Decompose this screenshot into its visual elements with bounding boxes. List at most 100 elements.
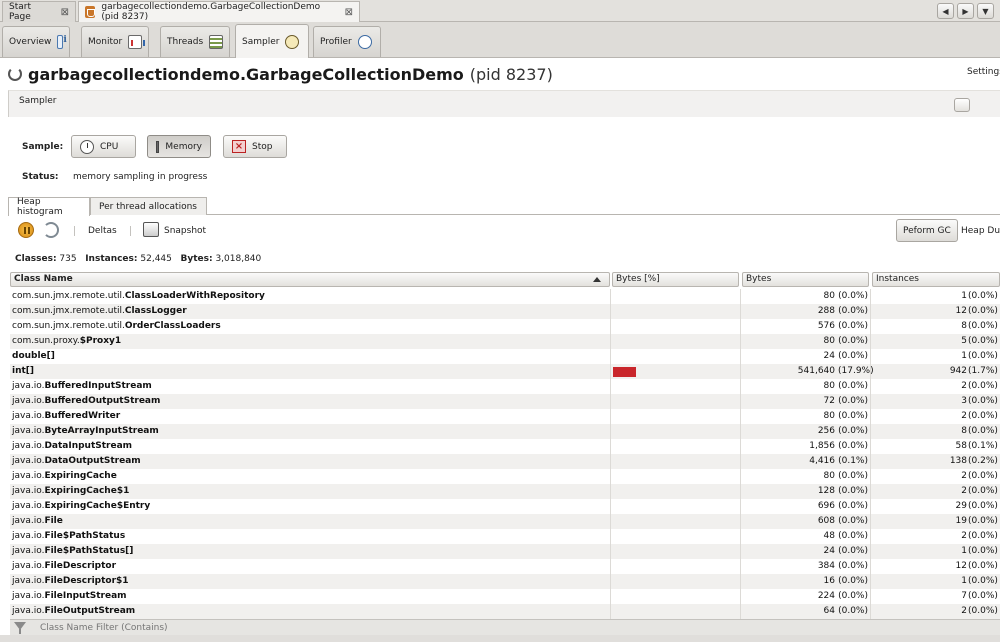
bytes-percent-value: (0.0%) [838, 426, 868, 436]
settings-checkbox[interactable] [954, 98, 970, 112]
column-divider [870, 589, 871, 604]
column-divider [870, 304, 871, 319]
class-name-cell: java.io.ByteArrayInputStream [12, 424, 159, 439]
table-row[interactable]: java.io.File$PathStatus[] 24 (0.0%) 1 (0.0%) [10, 544, 1000, 559]
package-name: com.sun.jmx.remote.util. [12, 291, 125, 301]
tab-overview[interactable]: Overview [2, 26, 70, 57]
instances-percent-value: (0.0%) [968, 411, 998, 421]
bytes-percent-value: (0.0%) [838, 411, 868, 421]
column-divider [870, 424, 871, 439]
bytes-value: 64 [823, 606, 835, 616]
bytes-value: 1,856 [809, 441, 835, 451]
tab-sampler[interactable]: Sampler [235, 24, 309, 58]
column-divider [610, 439, 611, 454]
package-name: java.io. [12, 396, 45, 406]
column-header-bytes-percent[interactable]: Bytes [%] [612, 272, 739, 287]
tab-profiler[interactable]: Profiler [313, 26, 381, 57]
column-divider [870, 529, 871, 544]
instances-value: 2 [961, 471, 967, 481]
table-row[interactable]: java.io.FileOutputStream 64 (0.0%) 2 (0.0%) [10, 604, 1000, 619]
instances-percent-value: (0.0%) [968, 396, 998, 406]
cpu-sample-button[interactable]: CPU [71, 135, 136, 158]
snapshot-button[interactable]: Snapshot [164, 226, 206, 236]
tab-start-page[interactable]: Start Page ⊠ [2, 1, 76, 22]
class-name-cell: java.io.BufferedWriter [12, 409, 120, 424]
bytes-value: 16 [823, 576, 835, 586]
instances-value: 1 [961, 351, 967, 361]
column-divider [870, 379, 871, 394]
instances-value: 2 [961, 381, 967, 391]
table-row[interactable]: java.io.ByteArrayInputStream 256 (0.0%) 8 (0… [10, 424, 1000, 439]
class-name: BufferedInputStream [44, 381, 152, 391]
table-row[interactable]: java.io.ExpiringCache 80 (0.0%) 2 (0.0%) [10, 469, 1000, 484]
table-row[interactable]: java.io.DataOutputStream 4,416 (0.1%) 138 (0… [10, 454, 1000, 469]
column-divider [870, 499, 871, 514]
close-tab-icon[interactable]: ⊠ [345, 7, 353, 18]
table-row[interactable]: double[] 24 (0.0%) 1 (0.0%) [10, 349, 1000, 364]
tab-list-button[interactable]: ▼ [977, 3, 994, 19]
instances-percent-value: (1.7%) [968, 366, 998, 376]
table-row[interactable]: java.io.FileInputStream 224 (0.0%) 7 (0.0%) [10, 589, 1000, 604]
instances-percent-value: (0.0%) [968, 306, 998, 316]
column-divider [740, 439, 741, 454]
close-tab-icon[interactable]: ⊠ [61, 7, 69, 18]
filter-bar [10, 619, 1000, 635]
table-row[interactable]: java.io.File 608 (0.0%) 19 (0.0%) [10, 514, 1000, 529]
table-row[interactable]: int[] 541,640 (17.9%) 942 (1.7%) [10, 364, 1000, 379]
package-name: java.io. [12, 576, 45, 586]
table-row[interactable]: java.io.FileDescriptor$1 16 (0.0%) 1 (0.0%) [10, 574, 1000, 589]
instances-value: 1 [961, 546, 967, 556]
snapshot-icon[interactable] [143, 222, 159, 237]
result-tab-strip: Heap histogram Per thread allocations [8, 197, 1000, 217]
bytes-value: 576 [817, 321, 835, 331]
page-title: garbagecollectiondemo.GarbageCollectionD… [8, 64, 553, 84]
table-row[interactable]: com.sun.proxy.$Proxy1 80 (0.0%) 5 (0.0%) [10, 334, 1000, 349]
column-divider [740, 514, 741, 529]
scroll-left-button[interactable]: ◀ [937, 3, 954, 19]
column-divider [740, 589, 741, 604]
scroll-right-button[interactable]: ▶ [957, 3, 974, 19]
table-row[interactable]: com.sun.jmx.remote.util.ClassLogger 288 (0… [10, 304, 1000, 319]
table-row[interactable]: java.io.File$PathStatus 48 (0.0%) 2 (0.0%) [10, 529, 1000, 544]
table-row[interactable]: java.io.BufferedOutputStream 72 (0.0%) 3 (0.… [10, 394, 1000, 409]
table-row[interactable]: java.io.BufferedInputStream 80 (0.0%) 2 (0.0… [10, 379, 1000, 394]
class-name: ClassLogger [124, 306, 187, 316]
table-row[interactable]: com.sun.jmx.remote.util.OrderClassLoader… [10, 319, 1000, 334]
tab-garbage-collection-demo[interactable]: garbagecollectiondemo.GarbageCollectionD… [78, 1, 360, 22]
table-row[interactable]: java.io.ExpiringCache$1 128 (0.0%) 2 (0.0%) [10, 484, 1000, 499]
column-header-class-name[interactable]: Class Name [10, 272, 610, 287]
column-divider [740, 529, 741, 544]
column-header-bytes[interactable]: Bytes [742, 272, 869, 287]
table-row[interactable]: java.io.ExpiringCache$Entry 696 (0.0%) 29 (0… [10, 499, 1000, 514]
table-row[interactable]: java.io.BufferedWriter 80 (0.0%) 2 (0.0%) [10, 409, 1000, 424]
class-name: ByteArrayInputStream [44, 426, 159, 436]
column-divider [610, 364, 611, 379]
column-divider [870, 544, 871, 559]
bytes-value: 256 [817, 426, 835, 436]
class-name-cell: java.io.ExpiringCache$Entry [12, 499, 150, 514]
stop-button[interactable]: × Stop [223, 135, 287, 158]
tab-heap-histogram[interactable]: Heap histogram [8, 197, 90, 217]
pause-icon[interactable] [18, 222, 34, 238]
class-name-filter-input[interactable] [32, 620, 1000, 635]
column-divider [610, 484, 611, 499]
instances-value: 19 [955, 516, 967, 526]
memory-sample-button[interactable]: Memory [147, 135, 211, 158]
tab-threads[interactable]: Threads [160, 26, 230, 57]
tab-per-thread-allocations[interactable]: Per thread allocations [90, 197, 207, 215]
table-row[interactable]: java.io.DataInputStream 1,856 (0.0%) 58 (0.1… [10, 439, 1000, 454]
instances-percent-value: (0.0%) [968, 426, 998, 436]
document-tab-strip: Start Page ⊠ garbagecollectiondemo.Garba… [0, 0, 1000, 22]
stop-icon: × [232, 140, 246, 153]
tab-monitor[interactable]: Monitor [81, 26, 149, 57]
refresh-icon[interactable] [43, 222, 59, 238]
table-row[interactable]: com.sun.jmx.remote.util.ClassLoaderWithR… [10, 289, 1000, 304]
column-header-instances[interactable]: Instances [872, 272, 1000, 287]
instances-value: 138 [949, 456, 967, 466]
deltas-toggle[interactable]: Deltas [88, 226, 117, 236]
heap-dump-button[interactable]: Heap Dump [961, 226, 1000, 236]
table-row[interactable]: java.io.FileDescriptor 384 (0.0%) 12 (0.0%) [10, 559, 1000, 574]
instances-value: 2 [961, 606, 967, 616]
column-divider [740, 409, 741, 424]
perform-gc-button[interactable]: Peform GC [896, 219, 958, 242]
